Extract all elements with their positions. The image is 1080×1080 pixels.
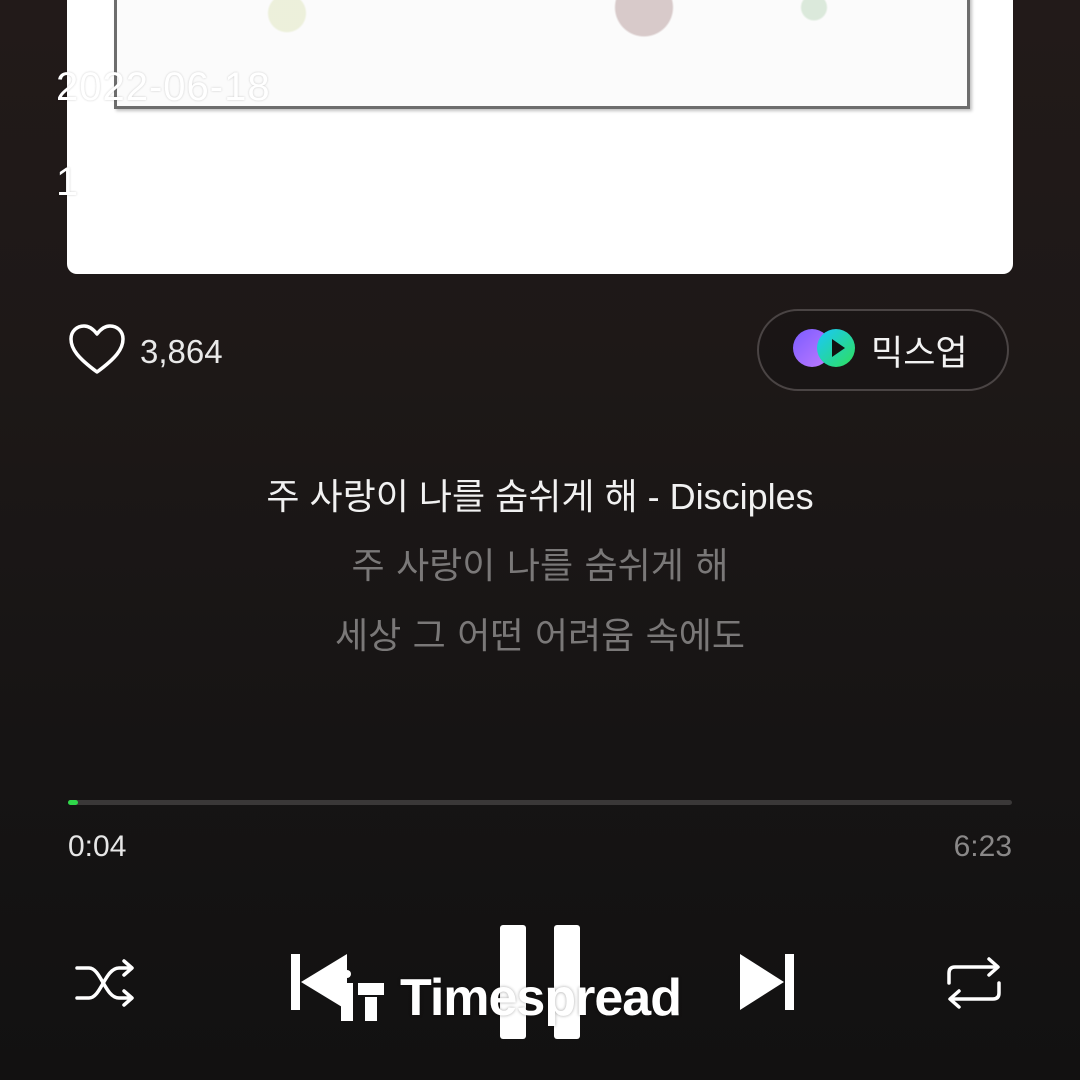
overlay-date: 2022-06-18 [56, 65, 271, 109]
lyric-line: 세상 그 어떤 어려움 속에도 [334, 616, 746, 657]
progress-fill [68, 800, 78, 805]
skip-previous-icon [287, 950, 353, 1018]
overlay-time: 1 [56, 160, 80, 204]
mixup-label: 믹스업 [871, 333, 968, 374]
pause-icon [494, 923, 586, 1045]
lyrics-panel[interactable]: 주 사랑이 나를 숨쉬게 해 - Disciples 주 사랑이 나를 숨쉬게 … [0, 462, 1080, 672]
total-time: 6:23 [953, 830, 1012, 863]
heart-icon [68, 322, 126, 382]
skip-next-icon [736, 950, 798, 1018]
elapsed-time: 0:04 [68, 830, 127, 863]
lyric-line: 주 사랑이 나를 숨쉬게 해 [351, 546, 729, 587]
lyric-current-line: 주 사랑이 나를 숨쉬게 해 - Disciples [266, 476, 814, 517]
shuffle-icon [73, 958, 139, 1012]
repeat-icon [941, 953, 1007, 1017]
mixup-logo-icon [791, 327, 859, 373]
progress-bar[interactable] [68, 800, 1012, 805]
like-count: 3,864 [140, 333, 223, 370]
like-button[interactable]: 3,864 [68, 322, 223, 382]
pause-button[interactable] [494, 925, 586, 1043]
mixup-button[interactable]: 믹스업 [757, 309, 1009, 391]
album-art [67, 0, 1013, 274]
next-button[interactable] [734, 944, 800, 1024]
repeat-button[interactable] [936, 950, 1012, 1020]
shuffle-button[interactable] [66, 952, 146, 1018]
previous-button[interactable] [280, 944, 360, 1024]
